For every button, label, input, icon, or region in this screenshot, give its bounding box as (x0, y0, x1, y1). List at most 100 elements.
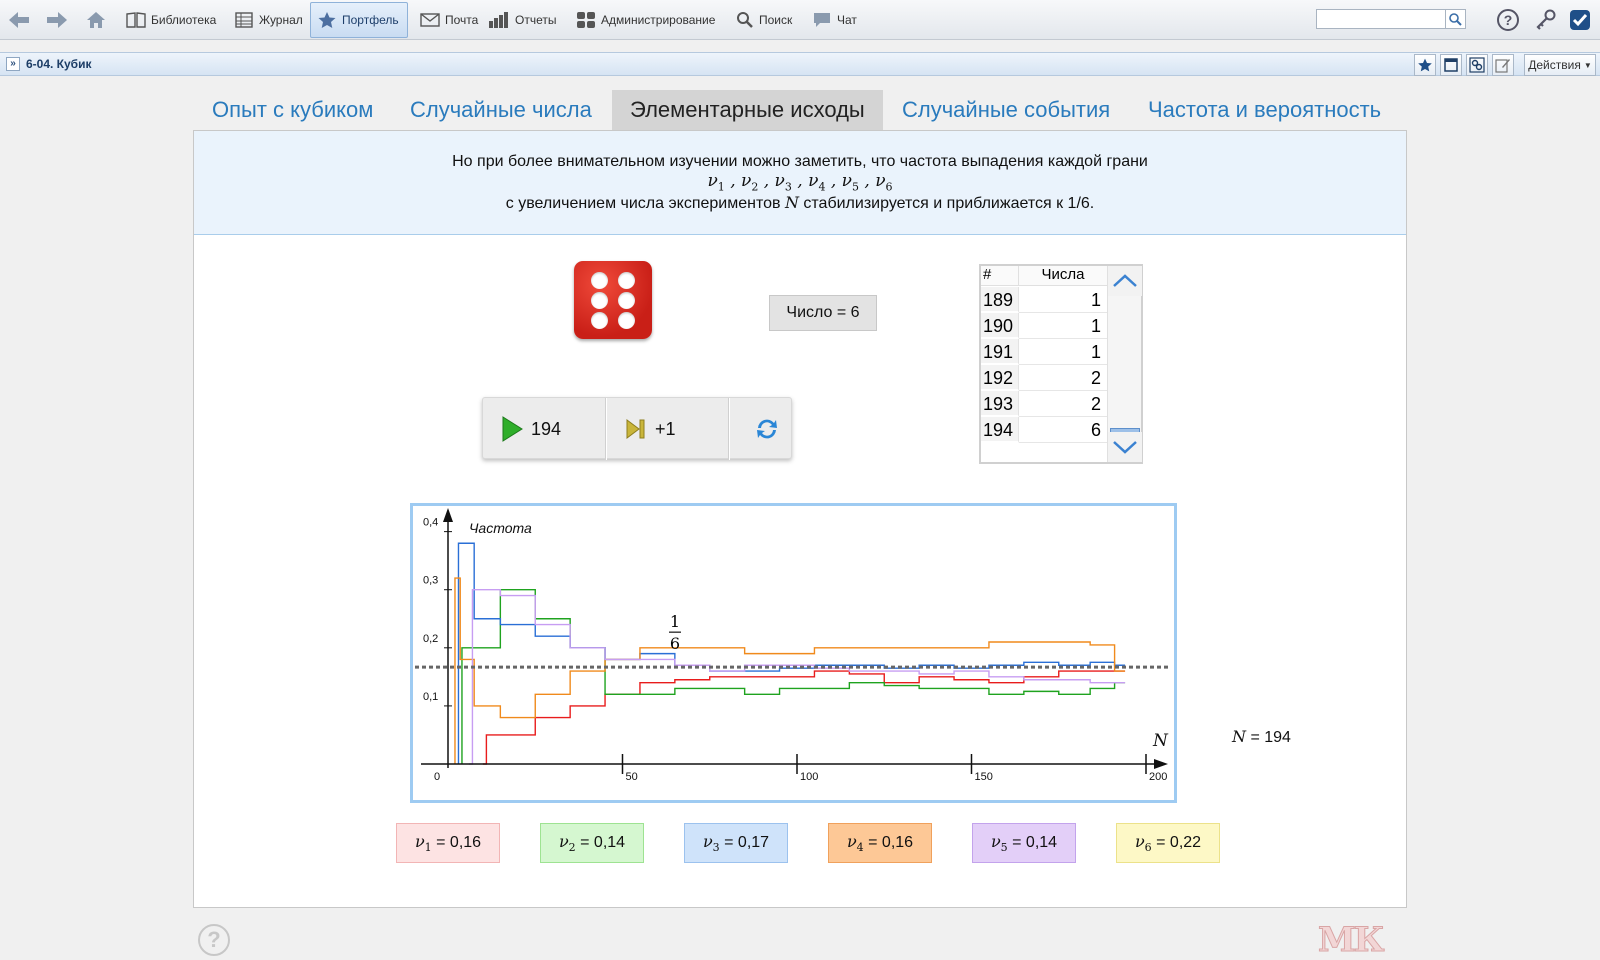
table-row: 191 1 (981, 339, 1107, 365)
frequency-box-6: ν6 = 0,22 (1116, 823, 1220, 863)
frequency-chart: 1 6 0,1 0,2 0,3 0,4 0 50 100 150 200 Частота N (410, 503, 1177, 803)
step-forward-icon (626, 419, 645, 439)
home-icon[interactable] (84, 8, 110, 32)
toolbar-portfolio-label: Портфель (342, 13, 399, 27)
actions-label: Действия (1528, 58, 1581, 72)
tab-frequency-probability[interactable]: Частота и вероятность (1130, 90, 1399, 130)
experiments-count: N = 194 (1232, 727, 1291, 747)
refresh-icon (757, 419, 777, 439)
toolbar-library[interactable]: Библиотека (120, 2, 222, 38)
experiments-count-value: = 194 (1250, 729, 1291, 746)
experiments-count-var: N (1232, 727, 1246, 746)
toolbar-admin[interactable]: Администрирование (570, 2, 721, 38)
frequency-value: = 0,16 (868, 834, 914, 851)
table-row: 189 1 (981, 287, 1107, 313)
edit-button[interactable] (1492, 54, 1514, 76)
mk-logo: МК (1318, 920, 1386, 960)
frequency-index: 6 (1144, 841, 1152, 855)
frequency-value: = 0,17 (724, 834, 770, 851)
table-row: 193 2 (981, 391, 1107, 417)
table-header: # Числа (981, 266, 1107, 286)
toolbar-admin-label: Администрирование (601, 13, 716, 27)
frequency-chart-svg: 1 6 0,1 0,2 0,3 0,4 0 50 100 150 200 Частота N (415, 508, 1169, 783)
tab-die-experiment[interactable]: Опыт с кубиком (194, 90, 391, 130)
frequency-index: 3 (712, 841, 720, 855)
tab-random-events[interactable]: Случайные события (884, 90, 1128, 130)
toolbar-mail[interactable]: Почта (414, 2, 484, 38)
frequency-symbols: ν1 , ν2 , ν3 , ν4 , ν5 , ν6 (707, 171, 893, 194)
actions-dropdown[interactable]: Действия ▼ (1524, 54, 1596, 76)
step-button[interactable]: +1 (625, 398, 725, 460)
row-value: 1 (1019, 313, 1107, 339)
scroll-down-button[interactable] (1108, 432, 1142, 462)
x-tick-label: 150 (975, 771, 993, 783)
die-pip (618, 272, 635, 289)
edit-icon (1495, 59, 1510, 73)
info-line3-prefix: с увеличением числа экспериментов (505, 195, 781, 212)
y-tick-label: 0,2 (423, 633, 438, 645)
toolbar-journal-label: Журнал (259, 13, 303, 27)
table-scrollbar[interactable] (1107, 266, 1142, 462)
column-header-index: # (981, 266, 1019, 286)
controls-divider (605, 398, 607, 460)
star-icon (318, 12, 336, 28)
journal-icon (235, 12, 253, 28)
frequency-index: 2 (568, 841, 576, 855)
toolbar-library-label: Библиотека (151, 13, 217, 27)
toolbar-search[interactable]: Поиск (730, 2, 798, 38)
back-arrow-icon[interactable] (6, 8, 32, 32)
key-icon[interactable] (1534, 8, 1558, 32)
search-go-button[interactable] (1446, 9, 1466, 29)
forward-arrow-icon[interactable] (44, 8, 70, 32)
info-line3-suffix: стабилизируется и приближается к 1/6. (803, 195, 1095, 212)
frequency-value: = 0,14 (1012, 834, 1058, 851)
row-index: 191 (981, 339, 1019, 365)
global-search-input[interactable] (1316, 9, 1446, 29)
chevron-up-icon (1113, 274, 1137, 287)
toolbar-search-label: Поиск (759, 13, 793, 27)
frequency-value: = 0,14 (580, 834, 626, 851)
checkbox-icon[interactable] (1568, 8, 1592, 32)
reports-icon (489, 12, 508, 28)
row-index: 194 (981, 417, 1019, 443)
x-tick-label: 50 (626, 771, 638, 783)
frequency-box-5: ν5 = 0,14 (972, 823, 1076, 863)
x-tick-label: 200 (1149, 771, 1167, 783)
frequency-box-4: ν4 = 0,16 (828, 823, 932, 863)
toolbar-portfolio[interactable]: Портфель (310, 2, 408, 38)
star-icon (1418, 58, 1432, 72)
y-tick-label: 0,4 (423, 517, 438, 529)
run-button[interactable]: 194 (501, 398, 601, 460)
expand-panel-button[interactable]: » (6, 57, 20, 71)
toolbar-reports[interactable]: Отчеты (482, 2, 562, 38)
main-panel: Но при более внимательном изучении можно… (193, 130, 1407, 908)
main-toolbar: Библиотека Журнал Портфель Почта Отчеты … (0, 0, 1600, 40)
info-text-line3: с увеличением числа экспериментов N стаб… (194, 193, 1406, 213)
frequency-value: = 0,16 (436, 834, 482, 851)
help-icon[interactable]: ? (1496, 8, 1520, 32)
toolbar-mail-label: Почта (445, 13, 479, 27)
window-button[interactable] (1440, 54, 1462, 76)
row-index: 193 (981, 391, 1019, 417)
reset-button[interactable] (745, 398, 789, 460)
tab-random-numbers[interactable]: Случайные числа (392, 90, 610, 130)
toolbar-chat[interactable]: Чат (806, 2, 863, 38)
die-image (574, 261, 652, 339)
book-icon (126, 12, 146, 28)
chart-series-line-1 (482, 670, 1126, 765)
tab-elementary-outcomes[interactable]: Элементарные исходы (612, 90, 883, 130)
row-value: 1 (1019, 339, 1107, 365)
row-value: 6 (1019, 417, 1107, 443)
toolbar-journal[interactable]: Журнал (228, 2, 309, 38)
favorite-button[interactable] (1414, 54, 1436, 76)
scroll-up-button[interactable] (1108, 266, 1142, 296)
mail-icon (420, 13, 440, 27)
column-header-numbers: Числа (1019, 266, 1107, 286)
page-help-icon[interactable]: ? (198, 924, 230, 956)
y-tick-label: 0,3 (423, 575, 438, 587)
row-value: 2 (1019, 365, 1107, 391)
frequency-box-3: ν3 = 0,17 (684, 823, 788, 863)
x-tick-label: 0 (434, 771, 440, 783)
frequency-box-1: ν1 = 0,16 (396, 823, 500, 863)
share-button[interactable] (1466, 54, 1488, 76)
